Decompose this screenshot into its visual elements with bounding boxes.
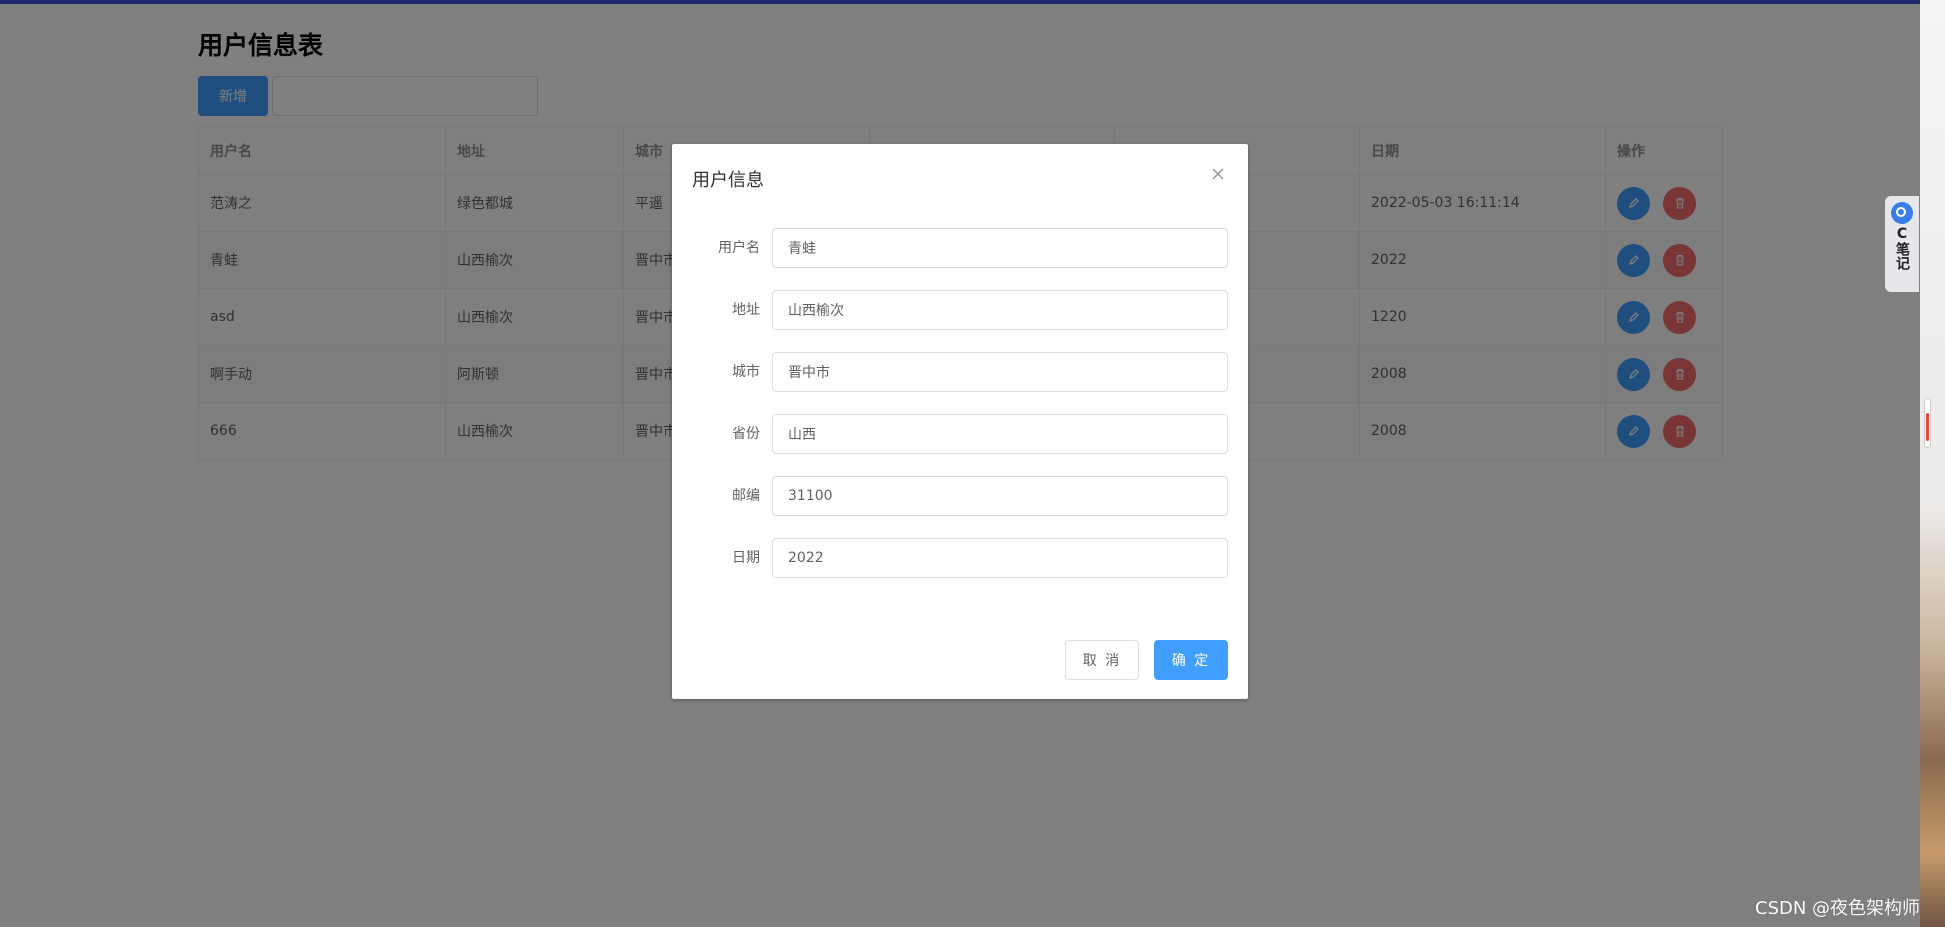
note-widget[interactable]: C笔记 xyxy=(1885,196,1919,292)
form-row-address: 地址 xyxy=(672,290,1248,330)
city-label: 城市 xyxy=(732,364,760,380)
user-info-dialog: 用户信息 用户名 地址 城市 省份 邮编 日期 取 消 确 定 xyxy=(672,144,1248,699)
date-field[interactable] xyxy=(772,538,1228,578)
dialog-close-button[interactable] xyxy=(1208,164,1228,184)
cancel-button[interactable]: 取 消 xyxy=(1065,640,1139,680)
note-widget-label: C笔记 xyxy=(1894,226,1910,270)
form-row-zip: 邮编 xyxy=(672,476,1248,516)
dialog-title: 用户信息 xyxy=(692,170,764,191)
form-row-province: 省份 xyxy=(672,414,1248,454)
watermark: CSDN @夜色架构师 xyxy=(1755,898,1921,919)
username-field[interactable] xyxy=(772,228,1228,268)
address-field[interactable] xyxy=(772,290,1228,330)
top-accent-bar xyxy=(0,0,1920,4)
province-label: 省份 xyxy=(732,426,760,442)
form-row-city: 城市 xyxy=(672,352,1248,392)
date-label: 日期 xyxy=(732,550,760,566)
form-row-username: 用户名 xyxy=(672,228,1248,268)
zip-field[interactable] xyxy=(772,476,1228,516)
background-strip xyxy=(1920,0,1945,927)
confirm-button[interactable]: 确 定 xyxy=(1154,640,1228,680)
province-field[interactable] xyxy=(772,414,1228,454)
zip-label: 邮编 xyxy=(732,488,760,504)
scrollbar-thumb[interactable] xyxy=(1924,398,1931,448)
close-icon xyxy=(1212,168,1224,180)
address-label: 地址 xyxy=(732,302,760,318)
form-row-date: 日期 xyxy=(672,538,1248,578)
username-label: 用户名 xyxy=(718,240,760,256)
city-field[interactable] xyxy=(772,352,1228,392)
note-icon xyxy=(1891,202,1913,224)
